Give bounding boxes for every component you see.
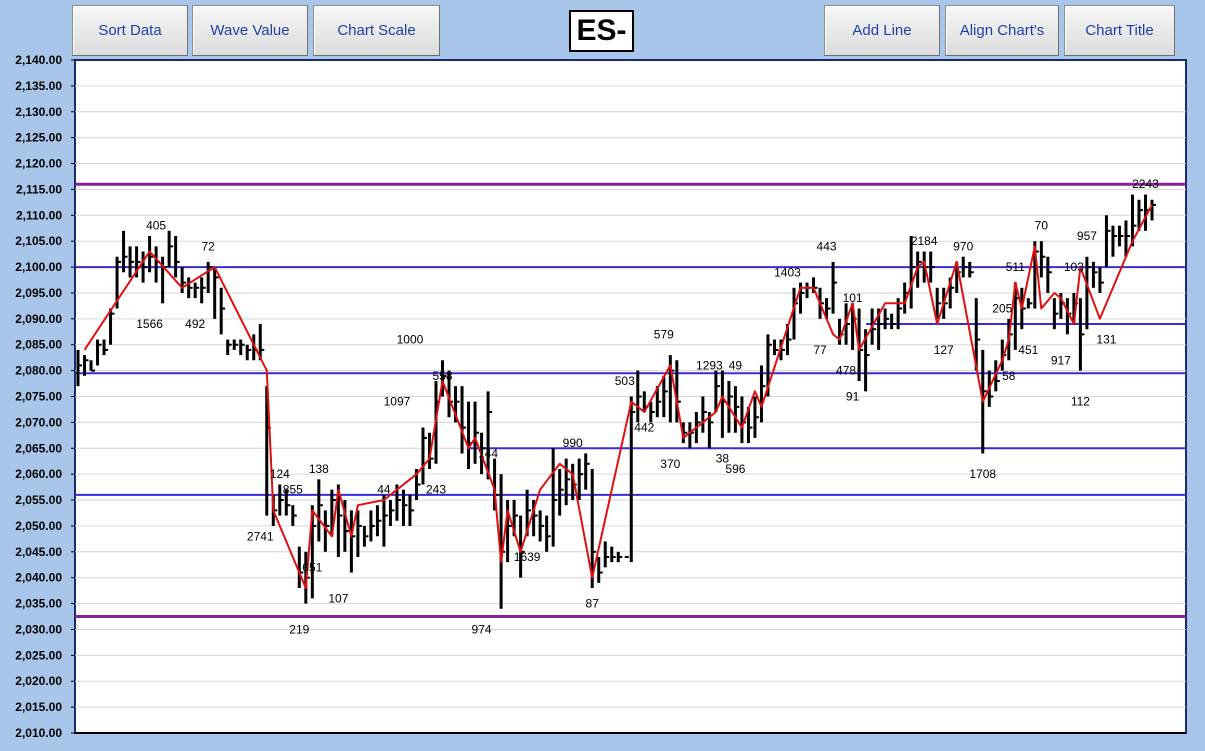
- wave-value-label: 2243: [1132, 177, 1159, 191]
- wave-value-label: 219: [289, 622, 309, 636]
- y-tick-label: 2,080.00: [15, 364, 62, 378]
- y-tick-label: 2,135.00: [15, 79, 62, 93]
- wave-value-label: 58: [1002, 369, 1016, 383]
- y-tick-label: 2,045.00: [15, 545, 62, 559]
- y-tick-label: 2,090.00: [15, 312, 62, 326]
- wave-value-label: 405: [146, 219, 166, 233]
- wave-value-label: 72: [202, 239, 216, 253]
- wave-value-label: 451: [1018, 343, 1038, 357]
- wave-value-label: 138: [309, 462, 329, 476]
- wave-value-label: 579: [654, 327, 674, 341]
- wave-value-label: 87: [586, 597, 600, 611]
- wave-value-label: 974: [472, 622, 492, 636]
- wave-value-label: 970: [953, 239, 973, 253]
- wave-value-label: 131: [1096, 333, 1116, 347]
- y-tick-label: 2,035.00: [15, 597, 62, 611]
- y-tick-label: 2,065.00: [15, 441, 62, 455]
- wave-value-label: 91: [846, 390, 860, 404]
- y-tick-label: 2,110.00: [16, 208, 62, 222]
- wave-value-label: 1566: [136, 317, 163, 331]
- y-tick-label: 2,120.00: [15, 157, 62, 171]
- wave-value-label: 144: [478, 446, 498, 460]
- wave-value-label: 1000: [397, 333, 424, 347]
- wave-value-label: 443: [817, 239, 837, 253]
- wave-value-label: 2741: [247, 529, 274, 543]
- wave-value-label: 917: [1051, 353, 1071, 367]
- right-margin: [1188, 59, 1202, 734]
- y-tick-label: 2,050.00: [15, 519, 62, 533]
- wave-value-label: 49: [729, 358, 743, 372]
- y-tick-label: 2,125.00: [15, 131, 62, 145]
- y-tick-label: 2,020.00: [15, 674, 62, 688]
- y-tick-label: 2,085.00: [15, 338, 62, 352]
- wave-value-label: 492: [185, 317, 205, 331]
- y-tick-label: 2,060.00: [15, 467, 62, 481]
- wave-value-label: 511: [1006, 260, 1025, 274]
- wave-value-label: 103: [1064, 260, 1084, 274]
- wave-value-label: 112: [1071, 395, 1090, 409]
- wave-value-label: 124: [270, 467, 290, 481]
- wave-value-label: 1293: [696, 358, 723, 372]
- y-tick-label: 2,070.00: [15, 415, 62, 429]
- y-tick-label: 2,100.00: [15, 260, 62, 274]
- wave-value-label: 855: [283, 483, 303, 497]
- y-tick-label: 2,140.00: [15, 53, 62, 67]
- wave-value-label: 205: [992, 301, 1012, 315]
- wave-value-label: 596: [725, 462, 745, 476]
- wave-value-label: 1639: [514, 550, 541, 564]
- y-tick-label: 2,105.00: [15, 234, 62, 248]
- wave-value-label: 1097: [384, 395, 411, 409]
- wave-value-label: 44: [377, 483, 391, 497]
- wave-value-label: 70: [1035, 219, 1049, 233]
- y-tick-label: 2,095.00: [15, 286, 62, 300]
- wave-value-label: 2184: [911, 234, 938, 248]
- y-tick-label: 2,025.00: [15, 648, 62, 662]
- wave-value-label: 990: [563, 436, 583, 450]
- wave-value-label: 651: [302, 560, 322, 574]
- y-tick-label: 2,055.00: [15, 493, 62, 507]
- y-tick-label: 2,130.00: [15, 105, 62, 119]
- y-tick-label: 2,010.00: [15, 726, 62, 740]
- price-chart[interactable]: 2,140.00 2,135.00 2,130.00 2,125.00 2,120.00…: [0, 0, 1205, 751]
- wave-value-label: 442: [634, 421, 654, 435]
- wave-value-label: 243: [426, 483, 446, 497]
- y-tick-label: 2,075.00: [15, 390, 62, 404]
- wave-value-label: 558: [432, 369, 452, 383]
- wave-value-label: 503: [615, 374, 635, 388]
- wave-value-label: 478: [836, 364, 856, 378]
- y-tick-label: 2,040.00: [15, 571, 62, 585]
- wave-value-label: 370: [660, 457, 680, 471]
- wave-value-label: 1403: [774, 265, 801, 279]
- y-tick-label: 2,115.00: [16, 182, 62, 196]
- y-tick-label: 2,030.00: [15, 622, 62, 636]
- wave-value-label: 127: [934, 343, 954, 357]
- wave-value-label: 101: [843, 291, 863, 305]
- wave-value-label: 1708: [969, 467, 996, 481]
- y-tick-label: 2,015.00: [15, 700, 62, 714]
- wave-value-label: 77: [813, 343, 827, 357]
- wave-value-label: 957: [1077, 229, 1097, 243]
- wave-value-label: 107: [328, 591, 348, 605]
